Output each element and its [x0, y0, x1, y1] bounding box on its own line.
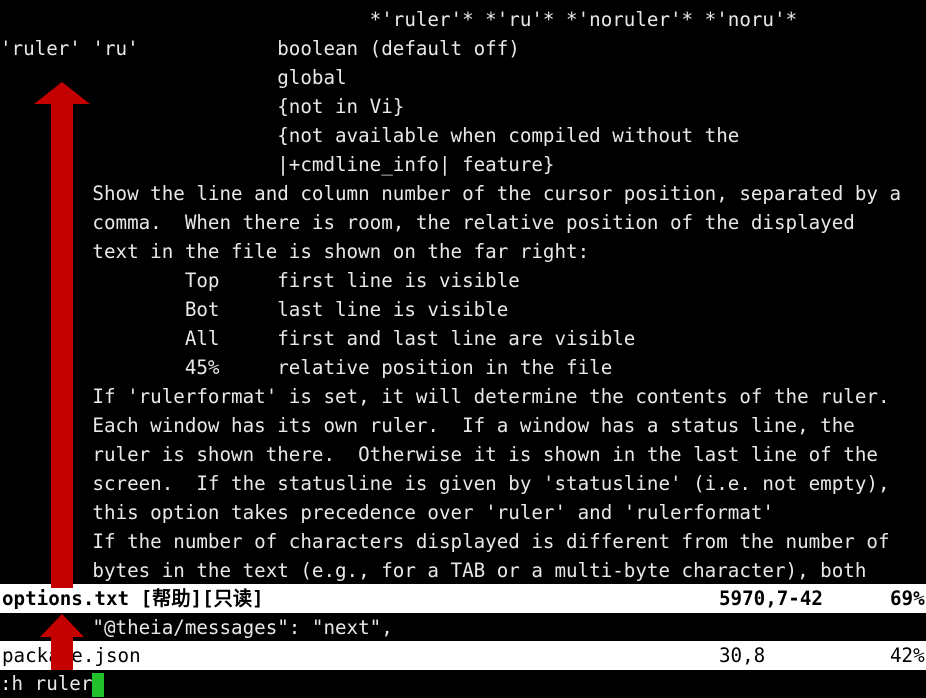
- command-text: :h ruler: [0, 672, 93, 695]
- help-line: *'ruler'* *'ru'* *'noruler'* *'noru'*: [0, 8, 798, 31]
- help-line: All first and last line are visible: [0, 327, 636, 350]
- help-line: If the number of characters displayed is…: [0, 530, 890, 553]
- help-line: 'ruler' 'ru' boolean (default off): [0, 37, 520, 60]
- status-position: 30,8: [719, 644, 766, 667]
- cursor: [92, 672, 105, 697]
- help-line: 45% relative position in the file: [0, 356, 613, 379]
- help-line: {not available when compiled without the: [0, 124, 740, 147]
- help-line: Bot last line is visible: [0, 298, 509, 321]
- help-line: comma. When there is room, the relative …: [0, 211, 855, 234]
- help-line: screen. If the statusline is given by 's…: [0, 472, 890, 495]
- help-line: ruler is shown there. Otherwise it is sh…: [0, 443, 878, 466]
- help-line: global: [0, 66, 347, 89]
- status-filename: package.json: [2, 644, 141, 667]
- help-line: bytes in the text (e.g., for a TAB or a …: [0, 559, 867, 582]
- help-line: {not in Vi}: [0, 95, 405, 118]
- help-line: text in the file is shown on the far rig…: [0, 240, 590, 263]
- help-line: Show the line and column number of the c…: [0, 182, 902, 205]
- json-statusline[interactable]: package.json 30,8 42%: [0, 641, 926, 670]
- help-line: this option takes precedence over 'ruler…: [0, 501, 774, 524]
- status-filename: options.txt [帮助][只读]: [2, 587, 264, 610]
- status-position: 5970,7-42: [719, 587, 823, 610]
- help-statusline[interactable]: options.txt [帮助][只读] 5970,7-42 69%: [0, 584, 926, 613]
- help-line: Each window has its own ruler. If a wind…: [0, 414, 855, 437]
- json-line: "@theia/messages": "next",: [0, 616, 393, 639]
- help-line: |+cmdline_info| feature}: [0, 153, 555, 176]
- help-line: If 'rulerformat' is set, it will determi…: [0, 385, 890, 408]
- help-line: Top first line is visible: [0, 269, 520, 292]
- status-percent: 69%: [890, 587, 925, 610]
- status-percent: 42%: [890, 644, 925, 667]
- command-line[interactable]: :h ruler: [0, 669, 105, 698]
